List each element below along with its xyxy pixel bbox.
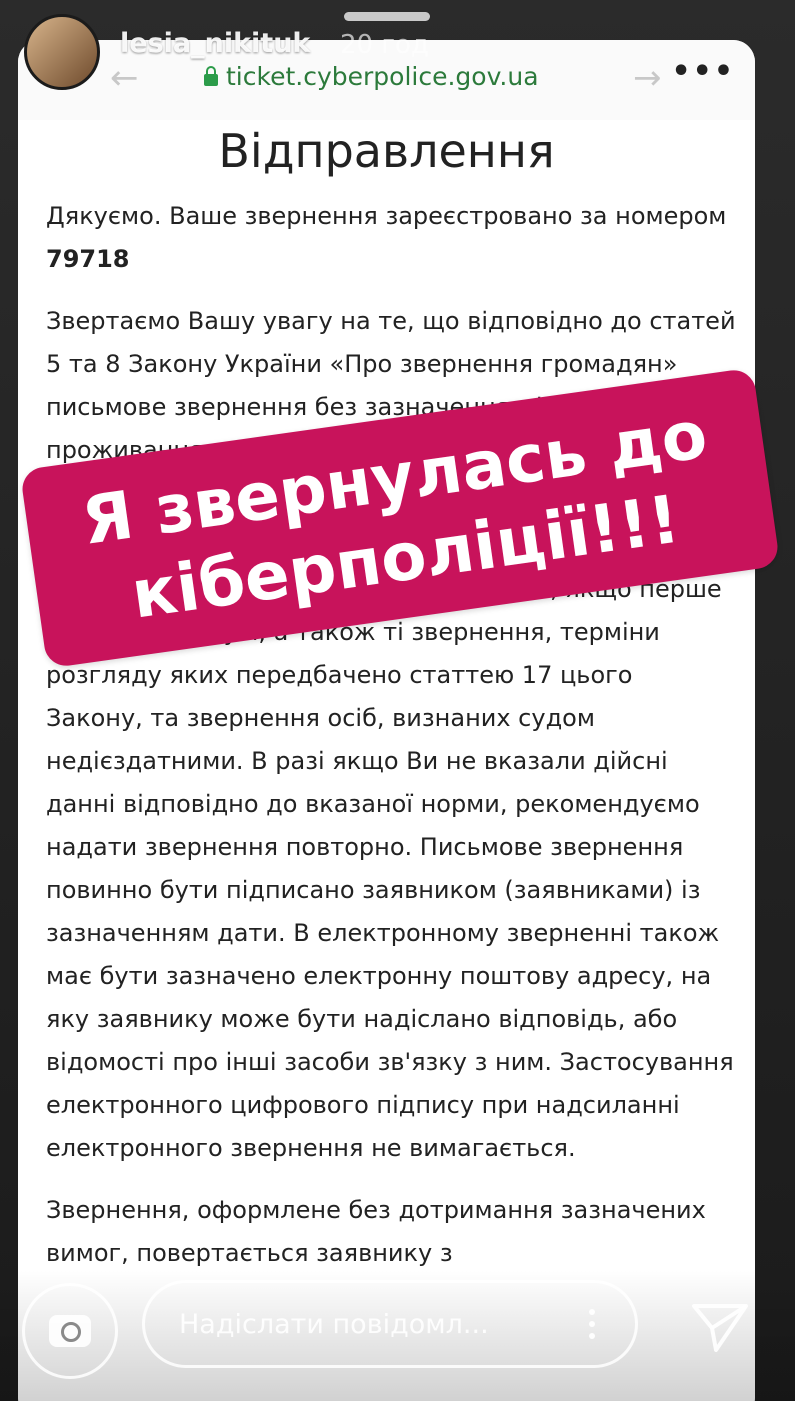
more-horizontal-icon[interactable]: ••• bbox=[671, 54, 735, 89]
return-paragraph: Звернення, оформлене без дотримання зазн… bbox=[46, 1196, 706, 1267]
document-body: Дякуємо. Ваше звернення зареєстровано за… bbox=[46, 195, 736, 1294]
send-icon[interactable] bbox=[690, 1300, 750, 1356]
story-progress-bar bbox=[344, 12, 430, 21]
kebab-icon[interactable] bbox=[589, 1309, 595, 1339]
message-placeholder: Надіслати повідомл... bbox=[179, 1308, 489, 1340]
camera-icon bbox=[49, 1315, 91, 1347]
confirmation-text: Дякуємо. Ваше звернення зареєстровано за… bbox=[46, 202, 727, 230]
camera-button[interactable] bbox=[22, 1283, 118, 1379]
story-username[interactable]: lesia_nikituk bbox=[120, 28, 310, 59]
message-input[interactable]: Надіслати повідомл... bbox=[142, 1280, 638, 1368]
url-text: ticket.cyberpolice.gov.ua bbox=[226, 62, 539, 91]
lock-icon bbox=[204, 66, 218, 86]
url-bar[interactable]: ticket.cyberpolice.gov.ua bbox=[204, 62, 539, 91]
avatar[interactable] bbox=[24, 14, 100, 90]
arrow-left-icon[interactable]: ← bbox=[110, 58, 139, 98]
confirmation-paragraph: Дякуємо. Ваше звернення зареєстровано за… bbox=[46, 195, 736, 281]
story-timestamp: 20 год bbox=[340, 30, 429, 60]
requirements-paragraph: ...же ... громадянина з одн... звернення… bbox=[46, 575, 734, 1162]
ticket-number: 79718 bbox=[46, 245, 130, 273]
page-title: Відправлення bbox=[218, 124, 555, 178]
arrow-right-icon[interactable]: → bbox=[633, 58, 662, 98]
story-viewer: lesia_nikituk 20 год ← ticket.cyberpolic… bbox=[0, 0, 795, 1401]
screenshot-card: ← ticket.cyberpolice.gov.ua → ••• Відпра… bbox=[18, 40, 755, 1401]
